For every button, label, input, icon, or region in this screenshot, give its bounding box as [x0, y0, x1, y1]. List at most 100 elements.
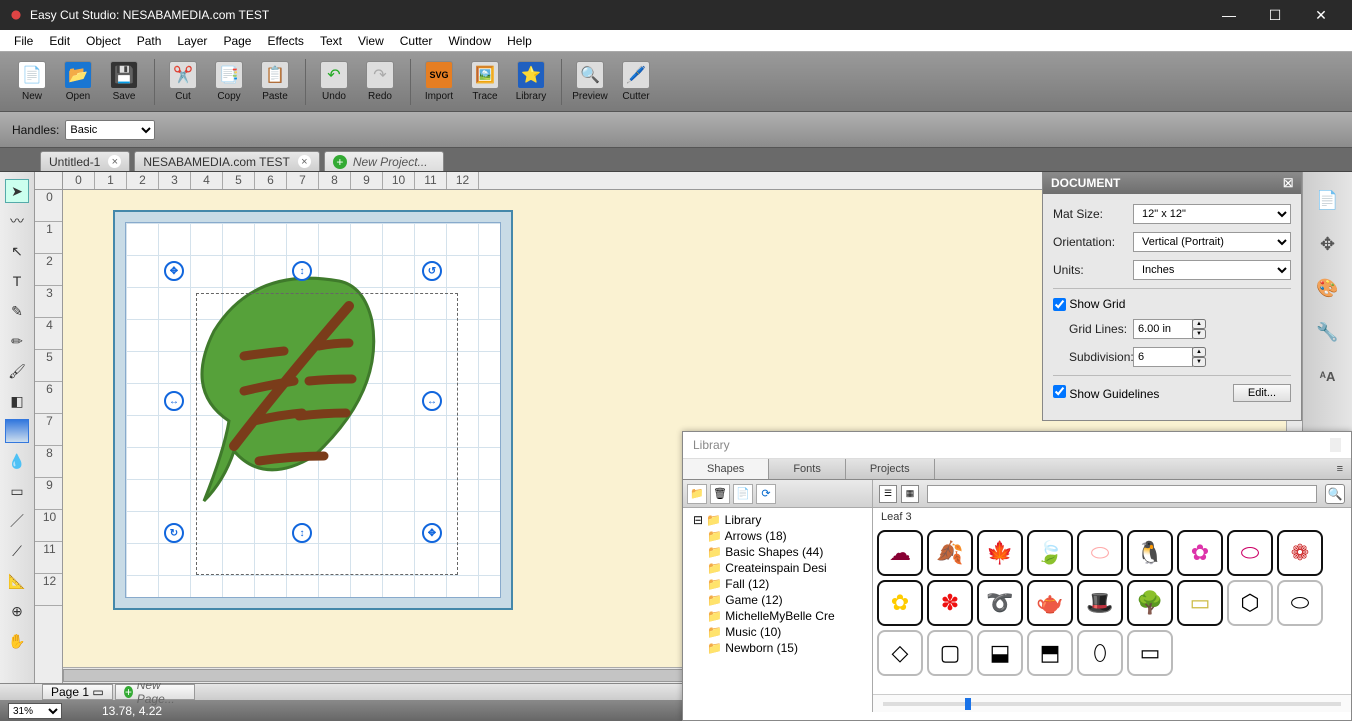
- subdiv-input[interactable]: [1133, 347, 1193, 367]
- panel-collapse-icon[interactable]: ⮽: [1283, 176, 1293, 191]
- showgrid-checkbox[interactable]: [1053, 298, 1066, 311]
- shape-thumb[interactable]: ⬭: [1077, 530, 1123, 576]
- tab-nesabamedia[interactable]: NESABAMEDIA.com TEST×: [134, 151, 319, 171]
- handle-e[interactable]: ↔: [422, 391, 442, 411]
- eraser-tool[interactable]: ◧: [5, 389, 29, 413]
- tab-new-project[interactable]: +New Project...: [324, 151, 444, 171]
- edit-guides-button[interactable]: Edit...: [1233, 384, 1291, 402]
- library-tab-shapes[interactable]: Shapes: [683, 459, 769, 479]
- menu-text[interactable]: Text: [312, 34, 350, 48]
- shape-thumb[interactable]: 🍃: [1027, 530, 1073, 576]
- type-tool[interactable]: T: [5, 269, 29, 293]
- tree-folder[interactable]: Basic Shapes (44): [689, 544, 866, 560]
- menu-path[interactable]: Path: [129, 34, 170, 48]
- paste-button[interactable]: 📋Paste: [253, 54, 297, 110]
- menu-cutter[interactable]: Cutter: [392, 34, 441, 48]
- dock-colors-icon[interactable]: 🎨: [1312, 272, 1344, 304]
- library-search-input[interactable]: [927, 485, 1317, 503]
- gradient-tool[interactable]: [5, 419, 29, 443]
- shape-thumb[interactable]: ▭: [1127, 630, 1173, 676]
- units-select[interactable]: Inches: [1133, 260, 1291, 280]
- menu-edit[interactable]: Edit: [41, 34, 78, 48]
- zoom-select[interactable]: 31%: [8, 703, 62, 719]
- library-tab-projects[interactable]: Projects: [846, 459, 935, 479]
- library-button[interactable]: ⭐Library: [509, 54, 553, 110]
- handles-select[interactable]: Basic: [65, 120, 155, 140]
- shape-thumb[interactable]: 🍂: [927, 530, 973, 576]
- shape-thumb[interactable]: 🎩: [1077, 580, 1123, 626]
- tree-root[interactable]: Library: [689, 512, 866, 528]
- shape-thumb[interactable]: ✽: [927, 580, 973, 626]
- maximize-button[interactable]: ☐: [1252, 0, 1298, 30]
- new-button[interactable]: 📄New: [10, 54, 54, 110]
- library-tab-fonts[interactable]: Fonts: [769, 459, 846, 479]
- minimize-button[interactable]: —: [1206, 0, 1252, 30]
- cutter-button[interactable]: 🖊️Cutter: [614, 54, 658, 110]
- shape-thumb[interactable]: ⬒: [1027, 630, 1073, 676]
- menu-effects[interactable]: Effects: [259, 34, 311, 48]
- shape-thumb[interactable]: ⬭: [1227, 530, 1273, 576]
- knife-tool[interactable]: ／: [5, 509, 29, 533]
- handle-rotate-sw[interactable]: ↻: [164, 523, 184, 543]
- handle-n[interactable]: ↕: [292, 261, 312, 281]
- menu-file[interactable]: File: [6, 34, 41, 48]
- pencil-tool[interactable]: ✏: [5, 329, 29, 353]
- shape-tool[interactable]: ▭: [5, 479, 29, 503]
- open-button[interactable]: 📂Open: [56, 54, 100, 110]
- page-tab-1[interactable]: Page 1 ▭: [42, 684, 113, 700]
- handle-scale[interactable]: ✥: [422, 523, 442, 543]
- close-button[interactable]: ✕: [1298, 0, 1344, 30]
- shape-thumb[interactable]: ✿: [877, 580, 923, 626]
- draw-tool[interactable]: ✎: [5, 299, 29, 323]
- shape-thumb[interactable]: ⬡: [1227, 580, 1273, 626]
- menu-page[interactable]: Page: [215, 34, 259, 48]
- menu-view[interactable]: View: [350, 34, 392, 48]
- library-tree[interactable]: Library Arrows (18) Basic Shapes (44) Cr…: [683, 508, 872, 712]
- shape-thumb[interactable]: ☁: [877, 530, 923, 576]
- shape-thumb[interactable]: 🐧: [1127, 530, 1173, 576]
- shape-thumb[interactable]: ⬯: [1077, 630, 1123, 676]
- tree-folder[interactable]: Newborn (15): [689, 640, 866, 656]
- tab-untitled[interactable]: Untitled-1×: [40, 151, 130, 171]
- page-tab-new[interactable]: +New Page...: [115, 684, 195, 700]
- view-grid-icon[interactable]: ▦: [901, 485, 919, 503]
- handle-w[interactable]: ↔: [164, 391, 184, 411]
- shape-thumb[interactable]: ⬓: [977, 630, 1023, 676]
- copy-button[interactable]: 📑Copy: [207, 54, 251, 110]
- shape-thumb[interactable]: 🫖: [1027, 580, 1073, 626]
- selection-tool[interactable]: ➤: [5, 179, 29, 203]
- gridlines-input[interactable]: [1133, 319, 1193, 339]
- preview-button[interactable]: 🔍Preview: [568, 54, 612, 110]
- handle-s[interactable]: ↕: [292, 523, 312, 543]
- shape-thumb[interactable]: ▭: [1177, 580, 1223, 626]
- tree-refresh-button[interactable]: ⟳: [756, 484, 776, 504]
- cut-button[interactable]: ✂️Cut: [161, 54, 205, 110]
- tree-add-button[interactable]: 📄: [733, 484, 753, 504]
- tree-folder[interactable]: MichelleMyBelle Cre: [689, 608, 866, 624]
- dock-settings-icon[interactable]: 🔧: [1312, 316, 1344, 348]
- brush-tool[interactable]: 🖌: [5, 359, 29, 383]
- tree-folder[interactable]: Music (10): [689, 624, 866, 640]
- thumb-size-slider[interactable]: [873, 694, 1351, 712]
- tree-folder[interactable]: Createinspain Desi: [689, 560, 866, 576]
- save-button[interactable]: 💾Save: [102, 54, 146, 110]
- shape-thumb[interactable]: ➰: [977, 580, 1023, 626]
- redo-button[interactable]: ↷Redo: [358, 54, 402, 110]
- eyedropper-tool[interactable]: 💧: [5, 449, 29, 473]
- menu-help[interactable]: Help: [499, 34, 540, 48]
- menu-window[interactable]: Window: [440, 34, 499, 48]
- shape-thumb[interactable]: ▢: [927, 630, 973, 676]
- shape-thumb[interactable]: 🌳: [1127, 580, 1173, 626]
- hand-tool[interactable]: ✋: [5, 629, 29, 653]
- library-menu-icon[interactable]: ≡: [1329, 459, 1351, 479]
- trace-button[interactable]: 🖼️Trace: [463, 54, 507, 110]
- node-edit-tool[interactable]: ↖: [5, 239, 29, 263]
- tree-folder[interactable]: Arrows (18): [689, 528, 866, 544]
- tree-folder[interactable]: Game (12): [689, 592, 866, 608]
- library-close-icon[interactable]: [1330, 438, 1341, 452]
- dock-transform-icon[interactable]: ✥: [1312, 228, 1344, 260]
- orientation-select[interactable]: Vertical (Portrait): [1133, 232, 1291, 252]
- handle-move[interactable]: ✥: [164, 261, 184, 281]
- undo-button[interactable]: ↶Undo: [312, 54, 356, 110]
- view-list-icon[interactable]: ☰: [879, 485, 897, 503]
